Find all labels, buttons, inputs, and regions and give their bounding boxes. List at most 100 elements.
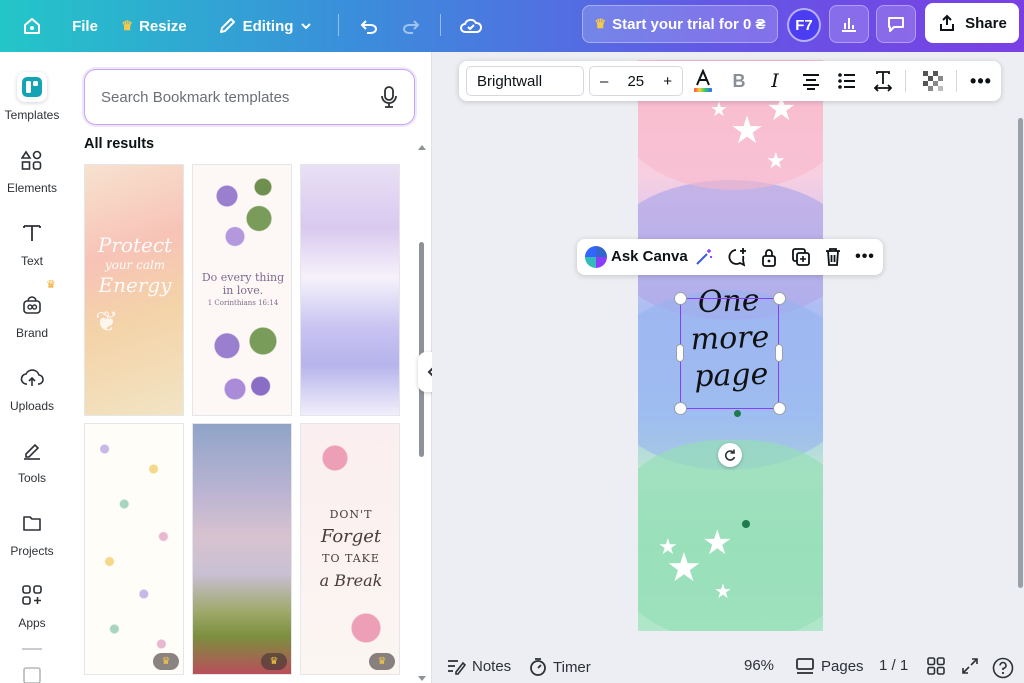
bold-icon: B [732, 70, 746, 91]
resize-button[interactable]: ♛ Resize [118, 8, 190, 44]
results-title: All results [84, 136, 155, 152]
resize-handle[interactable] [674, 292, 687, 305]
zoom-level[interactable]: 96% [744, 657, 774, 674]
template-card[interactable]: ♛ [84, 423, 184, 675]
star-icon: ★ [666, 546, 702, 590]
italic-button[interactable]: I [760, 66, 790, 96]
grid-view-button[interactable] [927, 657, 945, 675]
template-card[interactable]: Do every thing in love. 1 Corinthians 16… [192, 164, 292, 416]
list-icon [838, 73, 855, 89]
template-text: TO TAKE [322, 552, 380, 565]
rail-item-text[interactable]: Text [0, 218, 64, 268]
help-icon [992, 657, 1014, 679]
resize-label: Resize [139, 17, 187, 35]
text-color-button[interactable] [688, 66, 718, 96]
projects-icon [17, 508, 47, 538]
editing-mode-button[interactable]: Editing [212, 8, 318, 44]
add-comment-button[interactable] [722, 242, 752, 272]
bar-chart-icon [842, 18, 856, 32]
file-menu[interactable]: File [66, 8, 104, 44]
spacing-button[interactable] [868, 66, 898, 96]
template-card[interactable]: Protect your calm Energy ❦ [84, 164, 184, 416]
save-status-button[interactable] [456, 8, 486, 44]
trash-icon [826, 248, 840, 266]
notes-button[interactable]: Notes [446, 657, 511, 675]
pages-button[interactable]: Pages [795, 657, 864, 675]
floral-pattern [85, 424, 183, 674]
resize-handle[interactable] [674, 402, 687, 415]
microphone-icon[interactable] [380, 86, 398, 108]
text-spacing-icon [873, 71, 893, 92]
font-size-value[interactable]: 25 [627, 73, 644, 90]
start-trial-button[interactable]: ♛ Start your trial for 0 ₴ [582, 5, 778, 43]
selection-box[interactable] [680, 298, 779, 409]
help-button[interactable] [992, 657, 1014, 679]
pages-icon [796, 658, 814, 674]
list-button[interactable] [832, 66, 862, 96]
font-size-stepper[interactable]: – 25 + [589, 66, 683, 96]
resize-handle[interactable] [775, 344, 783, 362]
home-button[interactable] [14, 8, 50, 44]
undo-button[interactable] [354, 8, 384, 44]
scrollbar-thumb[interactable] [419, 242, 424, 457]
page-count: 1 / 1 [879, 657, 908, 674]
divider [905, 70, 906, 92]
star-icon: ★ [702, 524, 733, 562]
template-card[interactable] [300, 164, 400, 416]
rail-item-uploads[interactable]: Uploads [0, 363, 64, 413]
scroll-up-icon[interactable] [416, 142, 428, 152]
duplicate-icon [792, 248, 810, 266]
more-options-button[interactable]: ••• [850, 242, 880, 272]
redo-button[interactable] [396, 8, 426, 44]
left-rail: Templates Elements Text ♛ Brand Uploads … [0, 52, 64, 683]
rail-item-brand[interactable]: ♛ Brand [0, 279, 64, 340]
decrease-font-button[interactable]: – [600, 73, 608, 90]
template-card[interactable]: ♛ [192, 423, 292, 675]
avatar[interactable]: F7 [787, 8, 821, 42]
star-icon: ★ [710, 99, 728, 121]
canvas-scrollbar[interactable] [1018, 118, 1023, 588]
template-text: DON'T [329, 508, 373, 521]
transparency-button[interactable] [918, 66, 948, 96]
rail-item-tools[interactable]: Tools [0, 435, 64, 485]
lock-button[interactable] [754, 242, 784, 272]
divider [22, 648, 42, 650]
timer-button[interactable]: Timer [529, 657, 591, 677]
rail-item-projects[interactable]: Projects [0, 508, 64, 558]
template-text: Do every thing [201, 271, 285, 284]
templates-icon [17, 72, 47, 102]
rail-item-apps[interactable]: Apps [0, 580, 64, 630]
rail-item-elements[interactable]: Elements [0, 145, 64, 195]
undo-icon [360, 20, 377, 34]
scroll-down-icon[interactable] [416, 674, 428, 683]
search-input[interactable]: Search Bookmark templates [84, 69, 415, 125]
share-upload-icon [940, 14, 955, 31]
page-count-value: 1 / 1 [879, 657, 909, 674]
lock-icon [762, 249, 776, 267]
rail-item-templates[interactable]: Templates [0, 72, 64, 122]
ask-canva-button[interactable]: Ask Canva [611, 248, 688, 265]
template-card[interactable]: DON'T Forget TO TAKE a Break ♛ [300, 423, 400, 675]
text-color-icon [694, 69, 712, 92]
template-text: Energy [98, 273, 172, 297]
resize-handle[interactable] [773, 402, 786, 415]
font-family-select[interactable]: Brightwall [466, 66, 584, 96]
bold-button[interactable]: B [724, 66, 754, 96]
crown-icon: ♛ [594, 16, 607, 31]
align-button[interactable] [796, 66, 826, 96]
resize-handle[interactable] [676, 344, 684, 362]
template-text: in love. [222, 284, 264, 297]
comments-button[interactable] [876, 5, 916, 43]
fullscreen-button[interactable] [961, 657, 979, 675]
insights-button[interactable] [829, 5, 869, 43]
template-text: a Break [319, 571, 383, 590]
share-button[interactable]: Share [925, 3, 1019, 43]
more-options-button[interactable]: ••• [966, 66, 996, 96]
premium-badge: ♛ [369, 653, 395, 670]
magic-edit-button[interactable] [689, 242, 719, 272]
rotate-handle[interactable] [718, 443, 742, 467]
duplicate-button[interactable] [786, 242, 816, 272]
delete-button[interactable] [818, 242, 848, 272]
increase-font-button[interactable]: + [663, 73, 672, 90]
resize-handle[interactable] [773, 292, 786, 305]
